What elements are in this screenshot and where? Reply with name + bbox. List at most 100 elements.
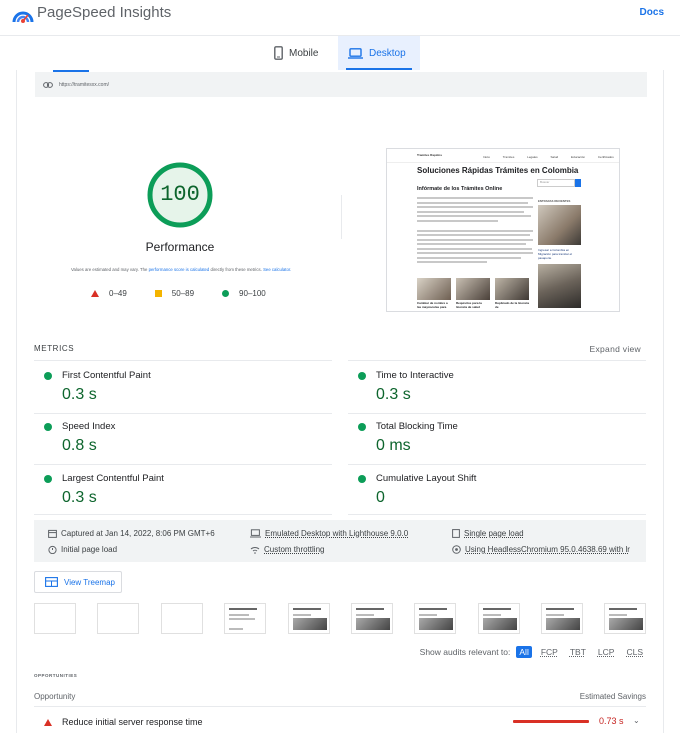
initial-page-load: Initial page load <box>48 545 117 554</box>
performance-score: 100 <box>160 182 200 207</box>
pass-circle-icon <box>358 423 366 431</box>
metric-label: First Contentful Paint <box>62 370 151 381</box>
filter-chip-lcp[interactable]: LCP <box>595 646 618 658</box>
filmstrip-frame <box>161 603 203 634</box>
score-calc-link[interactable]: performance score is calculated <box>149 267 210 272</box>
metric-cls: Cumulative Layout Shift 0 <box>348 465 638 515</box>
chevron-down-icon[interactable]: ⌄ <box>633 716 640 725</box>
browser-text: Using HeadlessChromium 95.0.4638.69 with… <box>465 545 630 554</box>
legend-range: 0–49 <box>109 289 127 298</box>
metric-tti: Time to Interactive 0.3 s <box>348 362 638 412</box>
final-screenshot: Tramites Rapidos Inicio Tramites Legales… <box>386 148 620 312</box>
throttling-text: Custom throttling <box>264 545 325 554</box>
analyzed-url[interactable]: https://tramitesxx.com/ <box>59 82 109 88</box>
metric-tbt: Total Blocking Time 0 ms <box>348 413 638 463</box>
browser-info[interactable]: Using HeadlessChromium 95.0.4638.69 with… <box>452 545 630 554</box>
circle-icon <box>222 290 230 297</box>
initial-load-text: Initial page load <box>61 545 118 554</box>
divider <box>341 195 342 239</box>
expand-view-toggle[interactable]: Expand view <box>590 344 642 354</box>
filmstrip-frame <box>97 603 139 634</box>
view-treemap-button[interactable]: View Treemap <box>34 571 122 593</box>
divider <box>348 360 646 361</box>
filmstrip-frame <box>224 603 266 634</box>
tab-mobile[interactable]: Mobile <box>264 36 336 70</box>
preview-search: Buscar <box>537 179 575 187</box>
disclaimer-text: Values are estimated and may vary. The <box>71 267 148 272</box>
preview-card-image <box>456 278 490 300</box>
audit-filter: Show audits relevant to: All FCP TBT LCP… <box>420 646 646 658</box>
custom-throttling[interactable]: Custom throttling <box>250 545 324 554</box>
preview-card-title: Requisitos para la licencia de salud <box>456 301 482 309</box>
pass-circle-icon <box>44 475 52 483</box>
preview-side-caption: Ingresar a Colombia en Migración para tr… <box>538 248 573 260</box>
preview-side-image <box>538 205 581 245</box>
filmstrip-frame <box>288 603 330 634</box>
tab-desktop[interactable]: Desktop <box>338 36 420 70</box>
calendar-icon <box>48 529 57 538</box>
metric-value: 0.3 s <box>376 386 411 403</box>
document-icon <box>452 529 460 538</box>
preview-card-image <box>495 278 529 300</box>
run-info: Captured at Jan 14, 2022, 8:06 PM GMT+6 … <box>34 520 646 562</box>
divider <box>34 706 646 707</box>
treemap-label: View Treemap <box>64 577 115 587</box>
preview-side-image-2 <box>538 264 581 308</box>
metric-value: 0 ms <box>376 437 411 454</box>
analyzed-url-bar: https://tramitesxx.com/ <box>35 72 647 97</box>
legend-item-average: 50–89 <box>154 289 195 298</box>
filmstrip-frame <box>351 603 393 634</box>
treemap-icon <box>45 577 58 587</box>
metric-label: Speed Index <box>62 421 116 432</box>
opportunities-title: OPPORTUNITIES <box>34 673 78 678</box>
metric-label: Largest Contentful Paint <box>62 473 164 484</box>
filmstrip-frame <box>604 603 646 634</box>
emulated-device[interactable]: Emulated Desktop with Lighthouse 9.0.0 <box>250 529 408 538</box>
preview-brand: Tramites Rapidos <box>417 153 443 157</box>
phone-icon <box>274 46 283 60</box>
device-tabs: Mobile Desktop <box>0 36 680 70</box>
preview-side-title: ENTRADAS RECIENTES <box>538 199 571 203</box>
opportunity-column-header: Opportunity <box>34 692 76 701</box>
metric-fcp: First Contentful Paint 0.3 s <box>34 362 324 412</box>
preview-search-button <box>575 179 581 187</box>
metric-value: 0 <box>376 489 385 506</box>
filter-chip-fcp[interactable]: FCP <box>538 646 561 658</box>
legend-range: 90–100 <box>239 289 266 298</box>
wifi-icon <box>250 546 260 554</box>
pass-circle-icon <box>358 475 366 483</box>
filter-chip-all[interactable]: All <box>516 646 532 658</box>
savings-bar <box>513 720 589 723</box>
square-icon <box>154 290 162 297</box>
metric-value: 0.8 s <box>62 437 97 454</box>
filter-chip-tbt[interactable]: TBT <box>567 646 589 658</box>
preview-card-title: Duplicado de la licencia de <box>495 301 530 309</box>
legend-range: 50–89 <box>171 289 195 298</box>
metric-label: Time to Interactive <box>376 370 454 381</box>
opportunity-server-response[interactable]: Reduce initial server response time <box>44 717 203 727</box>
fail-triangle-icon <box>44 718 52 726</box>
link-icon <box>43 81 53 88</box>
metric-label: Cumulative Layout Shift <box>376 473 477 484</box>
tab-mobile-label: Mobile <box>289 47 319 59</box>
single-page-load[interactable]: Single page load <box>452 529 524 538</box>
pagespeed-logo-icon <box>12 11 34 23</box>
preview-card-title: Cambiar de nombre a las mayúsculas para <box>417 301 448 309</box>
triangle-icon <box>91 290 99 297</box>
metric-value: 0.3 s <box>62 489 97 506</box>
timer-icon <box>48 545 57 554</box>
metrics-title: METRICS <box>34 344 75 353</box>
pass-circle-icon <box>44 423 52 431</box>
preview-card-image <box>417 278 451 300</box>
performance-label: Performance <box>145 240 215 254</box>
metric-value: 0.3 s <box>62 386 97 403</box>
captured-text: Captured at Jan 14, 2022, 8:06 PM GMT+6 <box>61 529 215 538</box>
chrome-icon <box>452 545 461 554</box>
single-page-text: Single page load <box>464 529 524 538</box>
filmstrip-frame <box>34 603 76 634</box>
docs-link[interactable]: Docs <box>640 7 664 18</box>
filter-chip-cls[interactable]: CLS <box>623 646 646 658</box>
calculator-link[interactable]: See calculator. <box>263 267 291 272</box>
filmstrip-frame <box>414 603 456 634</box>
legend-item-fail: 0–49 <box>91 289 127 298</box>
